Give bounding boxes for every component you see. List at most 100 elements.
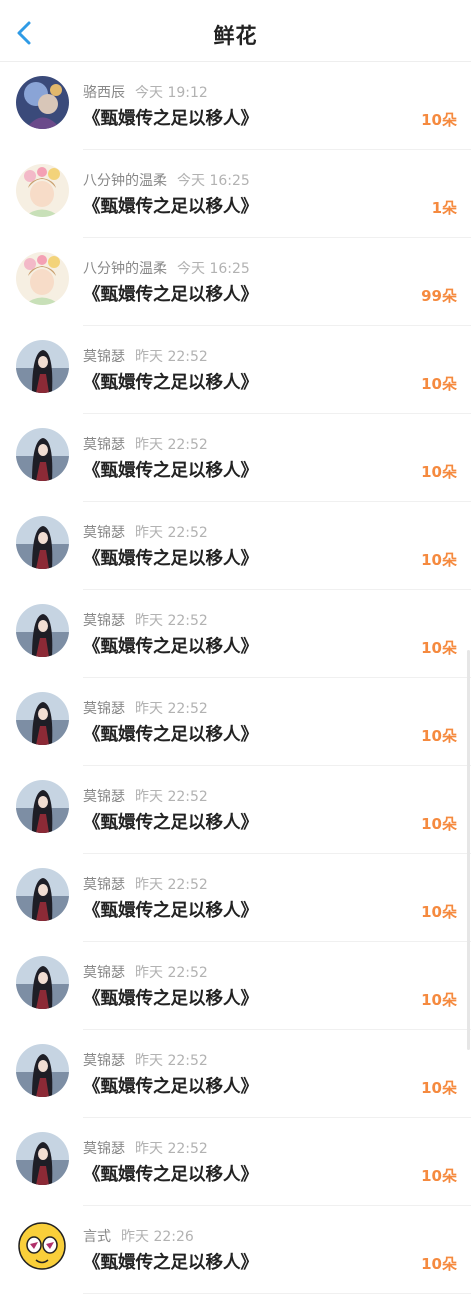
username[interactable]: 骆西辰 [83,85,125,101]
list-item[interactable]: 八分钟的温柔 今天 16:25 《甄嬛传之足以移人》 99朵 [0,238,471,326]
username[interactable]: 莫锦瑟 [83,701,125,717]
username[interactable]: 莫锦瑟 [83,789,125,805]
list-item[interactable]: 莫锦瑟 昨天 22:52 《甄嬛传之足以移人》 10朵 [0,502,471,590]
avatar[interactable] [16,868,69,921]
avatar[interactable] [16,780,69,833]
flower-count: 10朵 [421,463,457,481]
item-meta: 莫锦瑟 昨天 22:52 [83,522,208,542]
item-meta: 八分钟的温柔 今天 16:25 [83,258,250,278]
avatar[interactable] [16,1044,69,1097]
avatar[interactable] [16,428,69,481]
timestamp: 昨天 22:52 [135,525,208,541]
username[interactable]: 言式 [83,1229,111,1245]
list-item[interactable]: 莫锦瑟 昨天 22:52 《甄嬛传之足以移人》 10朵 [0,326,471,414]
timestamp: 昨天 22:52 [135,965,208,981]
avatar[interactable] [16,956,69,1009]
list-item[interactable]: 八分钟的温柔 今天 16:25 《甄嬛传之足以移人》 1朵 [0,150,471,238]
username[interactable]: 莫锦瑟 [83,349,125,365]
list-item[interactable]: 莫锦瑟 昨天 22:52 《甄嬛传之足以移人》 10朵 [0,766,471,854]
top-bar: 鲜花 [0,0,471,62]
flower-count: 99朵 [421,287,457,305]
list-item[interactable]: 莫锦瑟 昨天 22:52 《甄嬛传之足以移人》 10朵 [0,942,471,1030]
item-meta: 莫锦瑟 昨天 22:52 [83,346,208,366]
work-title[interactable]: 《甄嬛传之足以移人》 [83,985,258,1010]
list-item[interactable]: 骆西辰 今天 19:12 《甄嬛传之足以移人》 10朵 [0,62,471,150]
timestamp: 昨天 22:52 [135,1053,208,1069]
item-meta: 莫锦瑟 昨天 22:52 [83,1138,208,1158]
avatar[interactable] [16,1220,69,1273]
timestamp: 昨天 22:52 [135,877,208,893]
timestamp: 昨天 22:52 [135,437,208,453]
username[interactable]: 莫锦瑟 [83,437,125,453]
list-item[interactable]: 莫锦瑟 昨天 22:52 《甄嬛传之足以移人》 10朵 [0,854,471,942]
avatar[interactable] [16,692,69,745]
timestamp: 今天 16:25 [177,173,250,189]
flower-count: 10朵 [421,551,457,569]
work-title[interactable]: 《甄嬛传之足以移人》 [83,633,258,658]
list-item[interactable]: 莫锦瑟 昨天 22:52 《甄嬛传之足以移人》 10朵 [0,414,471,502]
flower-count: 10朵 [421,1255,457,1273]
flower-count: 10朵 [421,639,457,657]
work-title[interactable]: 《甄嬛传之足以移人》 [83,1073,258,1098]
item-meta: 莫锦瑟 昨天 22:52 [83,786,208,806]
item-meta: 莫锦瑟 昨天 22:52 [83,1050,208,1070]
username[interactable]: 莫锦瑟 [83,613,125,629]
flower-count: 10朵 [421,1079,457,1097]
username[interactable]: 八分钟的温柔 [83,261,167,277]
work-title[interactable]: 《甄嬛传之足以移人》 [83,1249,258,1274]
work-title[interactable]: 《甄嬛传之足以移人》 [83,1161,258,1186]
flower-count: 10朵 [421,111,457,129]
work-title[interactable]: 《甄嬛传之足以移人》 [83,457,258,482]
scrollbar[interactable] [467,650,470,1050]
list-item[interactable]: 莫锦瑟 昨天 22:52 《甄嬛传之足以移人》 10朵 [0,678,471,766]
work-title[interactable]: 《甄嬛传之足以移人》 [83,105,258,130]
flower-count: 10朵 [421,375,457,393]
item-meta: 言式 昨天 22:26 [83,1226,194,1246]
work-title[interactable]: 《甄嬛传之足以移人》 [83,721,258,746]
item-meta: 莫锦瑟 昨天 22:52 [83,962,208,982]
avatar[interactable] [16,604,69,657]
avatar[interactable] [16,340,69,393]
flower-count: 10朵 [421,1167,457,1185]
flower-count: 10朵 [421,903,457,921]
username[interactable]: 莫锦瑟 [83,965,125,981]
avatar[interactable] [16,516,69,569]
list-item[interactable]: 莫锦瑟 昨天 22:52 《甄嬛传之足以移人》 10朵 [0,1118,471,1206]
avatar[interactable] [16,76,69,129]
work-title[interactable]: 《甄嬛传之足以移人》 [83,809,258,834]
work-title[interactable]: 《甄嬛传之足以移人》 [83,545,258,570]
item-meta: 八分钟的温柔 今天 16:25 [83,170,250,190]
flower-count: 1朵 [431,199,457,217]
flower-count: 10朵 [421,815,457,833]
timestamp: 昨天 22:52 [135,1141,208,1157]
item-meta: 骆西辰 今天 19:12 [83,82,208,102]
timestamp: 今天 19:12 [135,85,208,101]
list-item[interactable]: 莫锦瑟 昨天 22:52 《甄嬛传之足以移人》 10朵 [0,1030,471,1118]
avatar[interactable] [16,1132,69,1185]
work-title[interactable]: 《甄嬛传之足以移人》 [83,897,258,922]
username[interactable]: 莫锦瑟 [83,1053,125,1069]
page-title: 鲜花 [213,24,258,48]
avatar[interactable] [16,164,69,217]
work-title[interactable]: 《甄嬛传之足以移人》 [83,193,258,218]
timestamp: 今天 16:25 [177,261,250,277]
list-item[interactable]: 莫锦瑟 昨天 22:52 《甄嬛传之足以移人》 10朵 [0,590,471,678]
item-meta: 莫锦瑟 昨天 22:52 [83,698,208,718]
avatar[interactable] [16,252,69,305]
work-title[interactable]: 《甄嬛传之足以移人》 [83,281,258,306]
flower-gift-list: 骆西辰 今天 19:12 《甄嬛传之足以移人》 10朵 八分钟的温柔 今天 16:25 《甄… [0,62,471,1294]
item-meta: 莫锦瑟 昨天 22:52 [83,610,208,630]
username[interactable]: 八分钟的温柔 [83,173,167,189]
flower-count: 10朵 [421,727,457,745]
username[interactable]: 莫锦瑟 [83,877,125,893]
flower-count: 10朵 [421,991,457,1009]
item-meta: 莫锦瑟 昨天 22:52 [83,434,208,454]
timestamp: 昨天 22:52 [135,701,208,717]
username[interactable]: 莫锦瑟 [83,1141,125,1157]
item-meta: 莫锦瑟 昨天 22:52 [83,874,208,894]
timestamp: 昨天 22:52 [135,349,208,365]
username[interactable]: 莫锦瑟 [83,525,125,541]
list-item[interactable]: 言式 昨天 22:26 《甄嬛传之足以移人》 10朵 [0,1206,471,1294]
work-title[interactable]: 《甄嬛传之足以移人》 [83,369,258,394]
timestamp: 昨天 22:52 [135,613,208,629]
